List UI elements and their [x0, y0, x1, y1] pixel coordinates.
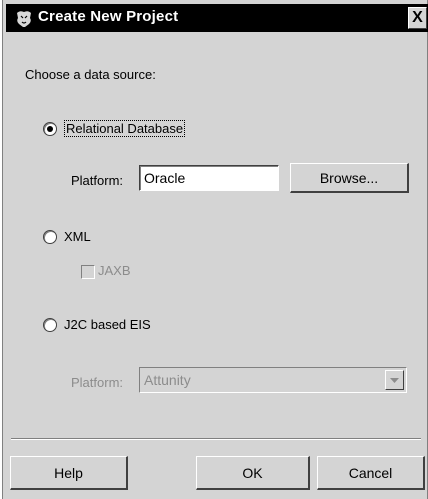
ok-button[interactable]: OK	[196, 456, 310, 490]
radio-relational-label: Relational Database	[64, 120, 186, 137]
checkbox-icon[interactable]	[81, 265, 95, 279]
jaxb-label: JAXB	[98, 263, 131, 278]
jaxb-checkbox[interactable]: JAXB	[79, 262, 159, 280]
footer-separator	[11, 438, 421, 440]
radio-button-selected-icon[interactable]	[43, 122, 57, 136]
window-title: Create New Project	[38, 8, 179, 25]
platform-field[interactable]: Oracle	[139, 165, 279, 191]
eis-platform-combo[interactable]: Attunity	[139, 367, 407, 393]
dropdown-arrow-button[interactable]	[385, 370, 404, 390]
radio-xml[interactable]: XML	[41, 226, 141, 246]
browse-button[interactable]: Browse...	[290, 163, 409, 193]
cancel-button[interactable]: Cancel	[317, 456, 425, 490]
chevron-down-icon	[390, 378, 399, 383]
close-button[interactable]: X	[408, 7, 427, 29]
eis-platform-label: Platform:	[71, 375, 124, 390]
radio-relational-database[interactable]: Relational Database	[41, 118, 241, 138]
title-bar[interactable]: Create New Project X	[6, 4, 428, 32]
radio-xml-label: XML	[64, 229, 91, 244]
help-button[interactable]: Help	[10, 456, 128, 490]
radio-button-icon[interactable]	[43, 230, 57, 244]
create-project-dialog: Create New Project X Choose a data sourc…	[2, 0, 428, 499]
close-icon: X	[412, 9, 423, 26]
platform-label: Platform:	[71, 173, 124, 188]
eis-platform-value: Attunity	[144, 372, 191, 388]
app-logo-icon	[17, 11, 31, 27]
radio-j2c-eis[interactable]: J2C based EIS	[41, 314, 201, 334]
data-source-prompt: Choose a data source:	[25, 67, 156, 82]
radio-j2c-label: J2C based EIS	[64, 317, 151, 332]
radio-button-icon[interactable]	[43, 318, 57, 332]
